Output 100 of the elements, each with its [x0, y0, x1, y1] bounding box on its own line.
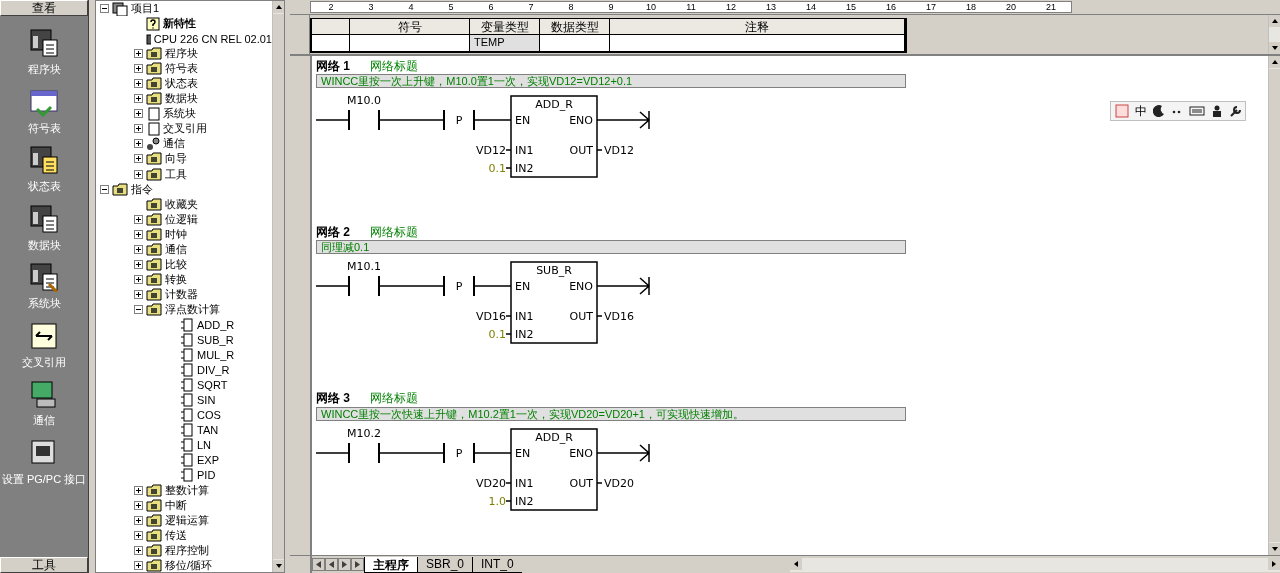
tree-item[interactable]: 工具 [165, 166, 187, 182]
expand-toggle[interactable] [134, 530, 143, 540]
expand-toggle[interactable] [134, 500, 143, 510]
tree-item[interactable]: 系统块 [163, 106, 196, 122]
tree-item[interactable]: 时钟 [165, 226, 187, 242]
tree-item[interactable]: 传送 [165, 527, 187, 543]
tree-item[interactable]: 符号表 [165, 61, 198, 77]
tree-item[interactable]: 比较 [165, 256, 187, 272]
tree-item[interactable]: 位逻辑 [165, 211, 198, 227]
network-title[interactable]: 网络标题 [370, 57, 418, 75]
table-cell[interactable]: TEMP [470, 35, 540, 51]
nav-item-label[interactable]: 设置 PG/PC 接口 [1, 471, 87, 487]
expand-toggle[interactable] [134, 154, 143, 164]
tree-item[interactable]: 收藏夹 [165, 196, 198, 212]
sheet-tab[interactable]: INT_0 [472, 556, 522, 573]
tree-item[interactable]: 计数器 [165, 286, 198, 302]
tree-item[interactable]: 浮点数计算 [165, 301, 220, 317]
tree-item[interactable]: LN [197, 438, 212, 451]
network-title[interactable]: 网络标题 [370, 390, 418, 408]
tree-item[interactable]: 转换 [165, 271, 187, 287]
tree-item[interactable]: 通信 [165, 241, 187, 257]
tree-item[interactable]: 新特性 [163, 16, 196, 32]
tree-item[interactable]: DIV_R [197, 363, 230, 376]
scrollbar[interactable] [272, 1, 284, 572]
nav-item-label[interactable]: 程序块 [27, 62, 61, 77]
tree-item[interactable]: 项目1 [131, 1, 160, 16]
tree-item[interactable]: 指令 [131, 181, 153, 197]
expand-toggle[interactable] [134, 124, 143, 134]
tree-item[interactable]: 状态表 [165, 76, 198, 92]
network-comment[interactable]: WINCC里按一次上升键，M10.0置1一次，实现VD12=VD12+0.1 [316, 74, 906, 88]
nav-item-label[interactable]: 状态表 [27, 179, 61, 194]
tree-item[interactable]: 逻辑运算 [165, 512, 209, 528]
plus-icon [135, 516, 142, 524]
expand-toggle[interactable] [134, 485, 143, 495]
tree-item[interactable]: CPU 226 CN REL 02.01 [153, 32, 272, 45]
tree-item[interactable]: MUL_R [197, 348, 235, 361]
tree-item[interactable]: SUB_R [197, 333, 234, 346]
tree-item[interactable]: 整数计算 [165, 482, 209, 498]
tree-item[interactable]: 向导 [165, 151, 187, 167]
tree-item[interactable]: SIN [197, 393, 216, 406]
horizontal-scrollbar[interactable] [790, 557, 1280, 572]
contact-address: M10.1 [347, 260, 381, 274]
tools-header[interactable]: 工具 [0, 557, 88, 573]
user-icon[interactable] [1211, 105, 1223, 117]
nav-item-label[interactable]: 数据块 [27, 237, 61, 253]
block-icon [29, 320, 59, 351]
tree-item[interactable]: 数据块 [165, 91, 198, 107]
expand-toggle[interactable] [134, 79, 143, 89]
tab-scroll-button[interactable] [312, 558, 325, 571]
expand-toggle[interactable] [134, 139, 143, 149]
scrollbar[interactable] [1268, 56, 1280, 555]
network-title[interactable]: 网络标题 [370, 223, 418, 241]
tree-item[interactable]: 程序块 [165, 46, 198, 62]
tree-item[interactable]: 移位/循环 [165, 557, 213, 572]
tree-item[interactable]: EXP [197, 453, 219, 466]
tree-item[interactable]: 通信 [163, 136, 185, 152]
scrollbar[interactable] [1268, 15, 1280, 54]
expand-toggle[interactable] [134, 515, 143, 525]
expand-toggle[interactable] [134, 214, 143, 224]
nav-item-label[interactable]: 系统块 [27, 296, 61, 311]
tree-item[interactable]: 程序控制 [165, 542, 209, 558]
view-header[interactable]: 查看 [0, 0, 88, 16]
expand-toggle[interactable] [134, 560, 143, 570]
expand-toggle[interactable] [134, 109, 143, 119]
collapse-toggle[interactable] [134, 304, 143, 314]
nav-item-label[interactable]: 通信 [33, 413, 55, 428]
expand-toggle[interactable] [134, 244, 143, 254]
tree-item[interactable]: 中断 [165, 497, 187, 513]
network-comment[interactable]: WINCC里按一次快速上升键，M10.2置1一次，实现VD20=VD20+1，可实现快速增加。 [316, 406, 906, 421]
expand-toggle[interactable] [134, 289, 143, 299]
expand-toggle[interactable] [134, 49, 143, 59]
arrow-up-icon [1270, 58, 1279, 66]
expand-toggle[interactable] [134, 229, 143, 239]
tree-item[interactable]: COS [197, 408, 221, 421]
expand-toggle[interactable] [134, 259, 143, 269]
tree-item[interactable]: PID [197, 468, 216, 481]
keyboard-icon[interactable] [1189, 106, 1205, 116]
sheet-tab[interactable]: 主程序 [364, 556, 417, 573]
nav-item-label[interactable]: 交叉引用 [22, 354, 66, 370]
expand-toggle[interactable] [134, 94, 143, 104]
sheet-tab[interactable]: SBR_0 [417, 556, 473, 573]
tab-scroll-button[interactable] [351, 558, 364, 571]
wrench-icon[interactable] [1229, 105, 1241, 117]
tree-item[interactable]: SQRT [197, 378, 228, 391]
expand-toggle[interactable] [134, 64, 143, 74]
collapse-toggle[interactable] [100, 184, 109, 194]
moon-icon[interactable] [1153, 105, 1165, 117]
expand-toggle[interactable] [134, 169, 143, 179]
tab-scroll-button[interactable] [325, 558, 338, 571]
tree-item[interactable]: TAN [197, 423, 219, 436]
tree-item[interactable]: ADD_R [197, 318, 235, 331]
tree-item[interactable]: 交叉引用 [163, 121, 207, 137]
ruler-number: 15 [845, 2, 857, 12]
expand-toggle[interactable] [134, 545, 143, 555]
network-comment[interactable]: 同理减0.1 [316, 240, 906, 255]
collapse-toggle[interactable] [100, 4, 109, 13]
expand-toggle[interactable] [134, 274, 143, 284]
input-mode[interactable]: 中 [1135, 102, 1147, 120]
nav-item-label[interactable]: 符号表 [27, 120, 61, 136]
tab-scroll-button[interactable] [338, 558, 351, 571]
